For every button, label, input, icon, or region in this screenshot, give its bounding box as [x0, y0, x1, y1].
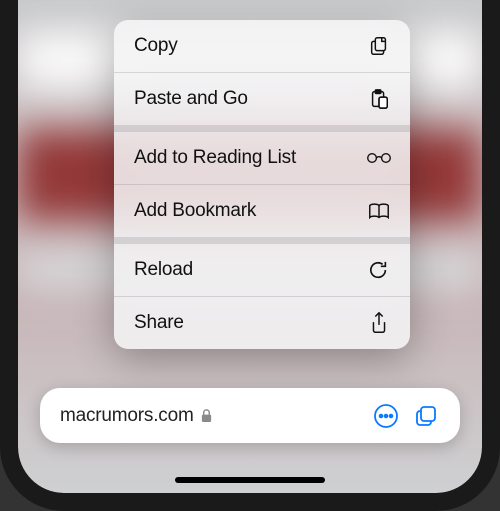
menu-item-label: Copy [134, 35, 178, 57]
url-field[interactable]: macrumors.com [60, 405, 366, 427]
home-indicator[interactable] [175, 477, 325, 483]
menu-item-label: Share [134, 312, 184, 334]
tabs-button[interactable] [406, 396, 446, 436]
menu-item-share[interactable]: Share [114, 296, 410, 349]
share-icon [366, 311, 392, 335]
menu-item-copy[interactable]: Copy [114, 20, 410, 72]
bottom-url-bar: macrumors.com [40, 388, 460, 443]
menu-item-reload[interactable]: Reload [114, 244, 410, 296]
menu-separator [114, 237, 410, 244]
menu-item-label: Paste and Go [134, 88, 248, 110]
device-frame: Copy Paste and Go [0, 0, 500, 511]
url-text: macrumors.com [60, 405, 194, 427]
menu-item-add-bookmark[interactable]: Add Bookmark [114, 184, 410, 237]
menu-item-add-reading-list[interactable]: Add to Reading List [114, 132, 410, 184]
menu-item-label: Add to Reading List [134, 147, 296, 169]
reload-icon [366, 258, 392, 282]
menu-item-label: Reload [134, 259, 193, 281]
paste-clipboard-icon [366, 87, 392, 111]
glasses-icon [366, 146, 392, 170]
lock-icon [200, 408, 213, 423]
more-options-button[interactable] [366, 396, 406, 436]
book-icon [366, 199, 392, 223]
url-context-menu: Copy Paste and Go [114, 20, 410, 349]
screen: Copy Paste and Go [18, 0, 482, 493]
menu-item-label: Add Bookmark [134, 200, 256, 222]
menu-item-paste-and-go[interactable]: Paste and Go [114, 72, 410, 125]
copy-doc-icon [366, 34, 392, 58]
menu-separator [114, 125, 410, 132]
